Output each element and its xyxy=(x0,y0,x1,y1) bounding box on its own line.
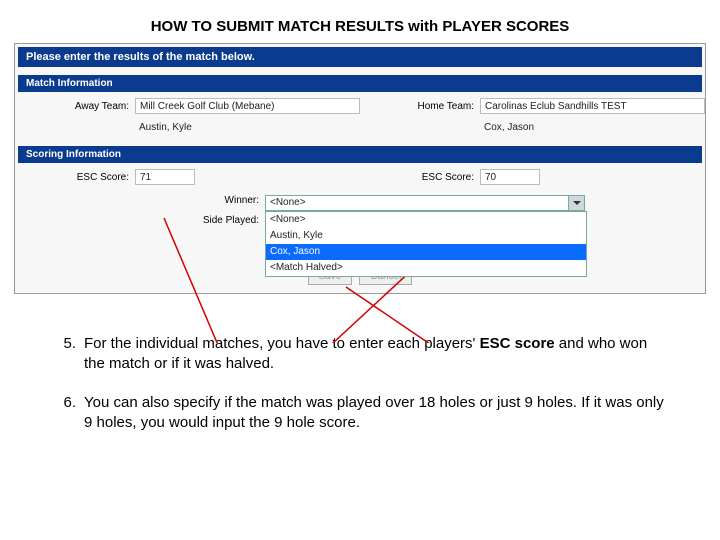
chevron-down-icon[interactable] xyxy=(568,196,584,210)
home-team-label: Home Team: xyxy=(360,101,480,112)
winner-value: <None> xyxy=(270,197,306,208)
instruction-list: 5. For the individual matches, you have … xyxy=(56,334,664,432)
away-team-label: Away Team: xyxy=(15,101,135,112)
winner-select[interactable]: <None> <None> Austin, Kyle Cox, Jason <M… xyxy=(265,195,585,211)
winner-dropdown-list: <None> Austin, Kyle Cox, Jason <Match Ha… xyxy=(265,211,587,277)
esc-away-label: ESC Score: xyxy=(15,172,135,183)
home-team-value: Carolinas Eclub Sandhills TEST xyxy=(480,98,705,114)
section-match-info: Match Information xyxy=(18,75,702,92)
section-scoring-info: Scoring Information xyxy=(18,146,702,163)
page-title: HOW TO SUBMIT MATCH RESULTS with PLAYER … xyxy=(0,0,720,43)
step-text: You can also specify if the match was pl… xyxy=(84,393,664,432)
winner-option-cox[interactable]: Cox, Jason xyxy=(266,244,586,260)
results-panel: Please enter the results of the match be… xyxy=(14,43,706,294)
away-team-value: Mill Creek Golf Club (Mebane) xyxy=(135,98,360,114)
step-number: 6. xyxy=(56,393,84,432)
step-6: 6. You can also specify if the match was… xyxy=(56,393,664,432)
side-played-label: Side Played: xyxy=(15,215,265,226)
esc-away-input[interactable]: 71 xyxy=(135,169,195,185)
step-5: 5. For the individual matches, you have … xyxy=(56,334,664,373)
winner-option-none[interactable]: <None> xyxy=(266,212,586,228)
winner-option-halved[interactable]: <Match Halved> xyxy=(266,260,586,276)
winner-label: Winner: xyxy=(15,195,265,211)
step-text: For the individual matches, you have to … xyxy=(84,334,664,373)
esc-home-input[interactable]: 70 xyxy=(480,169,540,185)
step-number: 5. xyxy=(56,334,84,373)
home-player: Cox, Jason xyxy=(480,120,705,136)
away-player: Austin, Kyle xyxy=(135,120,360,136)
winner-option-austin[interactable]: Austin, Kyle xyxy=(266,228,586,244)
esc-home-label: ESC Score: xyxy=(360,172,480,183)
instruction-bar: Please enter the results of the match be… xyxy=(18,47,702,67)
